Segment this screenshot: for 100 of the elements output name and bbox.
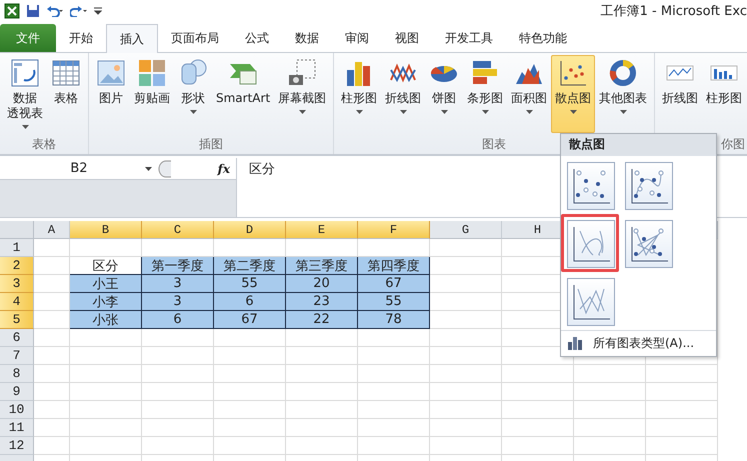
- table-cell: [34, 437, 70, 455]
- ribbon-tab[interactable]: 审阅: [332, 24, 382, 52]
- column-header[interactable]: B: [70, 221, 142, 239]
- customize-toolbar-icon[interactable]: [94, 6, 102, 16]
- chart-type-option[interactable]: [561, 214, 619, 272]
- ribbon-button[interactable]: SmartArt: [212, 55, 274, 133]
- ribbon-button[interactable]: 折线图: [658, 55, 702, 133]
- group-label: 表格: [32, 136, 56, 153]
- table-cell: 第二季度: [214, 257, 286, 275]
- row-header[interactable]: 2: [0, 257, 34, 275]
- insert-function-button[interactable]: fx: [218, 162, 230, 176]
- ribbon-tab[interactable]: 视图: [382, 24, 432, 52]
- all-chart-types-item[interactable]: 所有图表类型(A)...: [593, 334, 694, 352]
- table-cell: [214, 239, 286, 257]
- ribbon-button[interactable]: 剪贴画: [130, 55, 174, 133]
- table-cell: [214, 347, 286, 365]
- table-cell: [358, 329, 430, 347]
- row-header[interactable]: 4: [0, 293, 34, 311]
- table-cell: 小王: [70, 275, 142, 293]
- row-header[interactable]: 1: [0, 239, 34, 257]
- ribbon-tab[interactable]: 开发工具: [432, 24, 506, 52]
- ribbon-button[interactable]: 饼图: [425, 55, 464, 133]
- ribbon-button[interactable]: 柱形图: [702, 55, 746, 133]
- ribbon-button[interactable]: 折线图: [381, 55, 426, 133]
- row-header[interactable]: 10: [0, 401, 34, 419]
- row-header[interactable]: 12: [0, 437, 34, 455]
- formula-input[interactable]: 区分: [237, 158, 287, 217]
- column-header[interactable]: C: [142, 221, 214, 239]
- ribbon-button[interactable]: 其他图表: [595, 55, 652, 133]
- row-header[interactable]: 6: [0, 329, 34, 347]
- ribbon-tab[interactable]: 特色功能: [506, 24, 580, 52]
- undo-icon[interactable]: [46, 5, 64, 17]
- table-cell: [34, 329, 70, 347]
- column-header[interactable]: G: [430, 221, 502, 239]
- table-cell: [430, 275, 502, 293]
- table-cell: [358, 239, 430, 257]
- save-icon[interactable]: [26, 4, 40, 18]
- table-cell: [430, 347, 502, 365]
- ribbon-button[interactable]: 表格: [47, 55, 85, 133]
- ribbon-button[interactable]: 形状: [174, 55, 212, 133]
- column-header[interactable]: A: [34, 221, 70, 239]
- redo-icon[interactable]: [70, 5, 88, 17]
- table-cell: [142, 437, 214, 455]
- table-cell: [142, 329, 214, 347]
- excel-logo-icon: [4, 3, 20, 19]
- name-box[interactable]: B2: [0, 158, 158, 179]
- table-cell: [142, 347, 214, 365]
- table-cell: 6: [214, 293, 286, 311]
- column-header[interactable]: F: [358, 221, 430, 239]
- splitter-handle-icon[interactable]: [158, 160, 172, 178]
- table-cell: [70, 383, 142, 401]
- table-cell: [142, 383, 214, 401]
- table-cell: [214, 329, 286, 347]
- table-cell: [574, 437, 646, 455]
- ribbon-button[interactable]: 面积图: [507, 55, 552, 133]
- ribbon-tab[interactable]: 插入: [106, 24, 158, 53]
- ribbon-button[interactable]: 散点图: [551, 55, 596, 133]
- row-header[interactable]: 3: [0, 275, 34, 293]
- table-cell: [286, 401, 358, 419]
- table-cell: 3: [142, 293, 214, 311]
- table-cell: [214, 401, 286, 419]
- table-cell: [142, 365, 214, 383]
- table-cell: 23: [286, 293, 358, 311]
- table-cell: [70, 329, 142, 347]
- column-header[interactable]: E: [286, 221, 358, 239]
- picture-icon: [96, 58, 126, 88]
- table-cell: [34, 419, 70, 437]
- table-cell: [646, 383, 718, 401]
- row-header[interactable]: 9: [0, 383, 34, 401]
- table-cell: [286, 239, 358, 257]
- table-cell: [34, 365, 70, 383]
- ribbon-button[interactable]: 图片: [92, 55, 130, 133]
- table-cell: [502, 365, 574, 383]
- table-cell: [214, 365, 286, 383]
- ribbon-button[interactable]: 屏幕截图: [274, 55, 330, 133]
- table-cell: [430, 257, 502, 275]
- ribbon-tab[interactable]: 公式: [232, 24, 282, 52]
- file-tab[interactable]: 文件: [0, 24, 56, 52]
- ribbon-tab[interactable]: 数据: [282, 24, 332, 52]
- ribbon-button[interactable]: 条形图: [463, 55, 508, 133]
- row-header[interactable]: 5: [0, 311, 34, 329]
- ribbon-tab[interactable]: 开始: [56, 24, 106, 52]
- row-header[interactable]: 11: [0, 419, 34, 437]
- table-cell: [502, 401, 574, 419]
- ribbon-tab[interactable]: 页面布局: [158, 24, 232, 52]
- row-header[interactable]: 8: [0, 365, 34, 383]
- table-cell: [286, 329, 358, 347]
- row-header[interactable]: 7: [0, 347, 34, 365]
- table-cell: [70, 419, 142, 437]
- table-cell: 67: [214, 311, 286, 329]
- scatter-chart-icon: [558, 58, 588, 88]
- ribbon-button[interactable]: 数据 透视表: [3, 55, 47, 133]
- caret-icon: [145, 167, 152, 171]
- pivot-table-icon: [10, 58, 40, 88]
- table-cell: [430, 329, 502, 347]
- table-cell: [142, 419, 214, 437]
- ribbon-button[interactable]: 柱形图: [337, 55, 382, 133]
- table-cell: [70, 365, 142, 383]
- column-header[interactable]: D: [214, 221, 286, 239]
- table-cell: [646, 365, 718, 383]
